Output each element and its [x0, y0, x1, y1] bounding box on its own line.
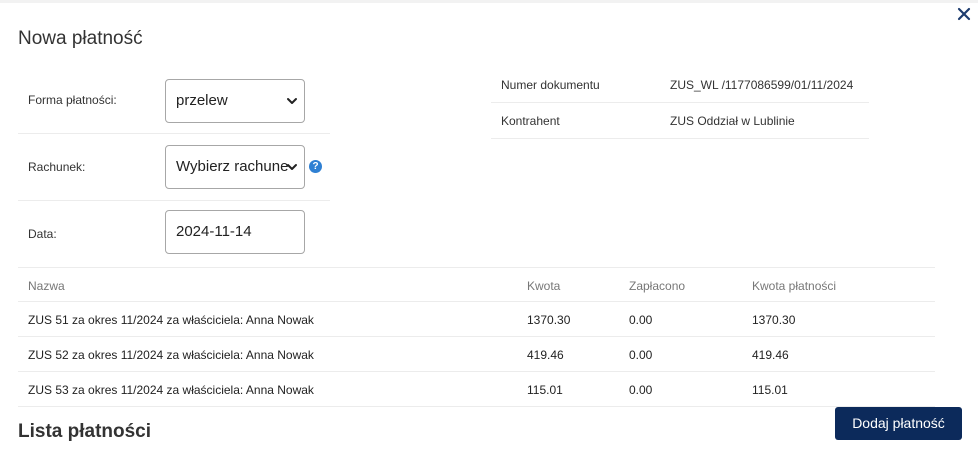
row-amount: 1370.30	[527, 313, 571, 327]
form-row-date: Data: 2024-11-14	[18, 200, 330, 267]
dialog-title: Nowa płatność	[18, 28, 143, 49]
column-header-name: Nazwa	[28, 279, 65, 293]
table-row: ZUS 52 za okres 11/2024 za właściciela: …	[18, 337, 935, 372]
payments-table: Nazwa Kwota Zapłacono Kwota płatności ZU…	[18, 267, 935, 407]
column-header-amount: Kwota	[527, 279, 561, 293]
info-row-document-number: Numer dokumentu ZUS_WL /1177086599/01/11…	[491, 67, 869, 103]
row-name: ZUS 53 za okres 11/2024 za właściciela: …	[28, 383, 314, 397]
row-amount: 419.46	[527, 348, 564, 362]
table-row: ZUS 53 za okres 11/2024 za właściciela: …	[18, 372, 935, 407]
account-label: Rachunek:	[28, 160, 86, 174]
document-number-value: ZUS_WL /1177086599/01/11/2024	[670, 78, 854, 92]
table-header: Nazwa Kwota Zapłacono Kwota płatności	[18, 267, 935, 302]
payment-method-value: przelew	[176, 92, 228, 109]
row-paid: 0.00	[629, 348, 653, 362]
payment-method-select[interactable]: przelew	[165, 79, 305, 123]
date-label: Data:	[28, 226, 57, 241]
info-row-contractor: Kontrahent ZUS Oddział w Lublinie	[491, 103, 869, 139]
contractor-value: ZUS Oddział w Lublinie	[670, 114, 795, 128]
row-name: ZUS 52 za okres 11/2024 za właściciela: …	[28, 348, 314, 362]
row-payment-amount: 419.46	[752, 348, 789, 362]
payment-method-label: Forma płatności:	[28, 93, 117, 107]
account-value: Wybierz rachunek	[176, 158, 288, 175]
row-name: ZUS 51 za okres 11/2024 za właściciela: …	[28, 313, 314, 327]
payments-list-title: Lista płatności	[18, 421, 152, 442]
chevron-down-icon	[287, 98, 297, 104]
chevron-down-icon	[287, 164, 297, 170]
column-header-paid: Zapłacono	[629, 279, 686, 293]
add-payment-button[interactable]: Dodaj płatność	[835, 407, 962, 440]
help-icon[interactable]: ?	[309, 160, 322, 173]
row-payment-amount: 1370.30	[752, 313, 796, 327]
row-paid: 0.00	[629, 383, 653, 397]
row-amount: 115.01	[527, 383, 563, 397]
date-input[interactable]: 2024-11-14	[165, 210, 305, 254]
form-row-account: Rachunek: Wybierz rachunek	[18, 134, 330, 201]
top-border	[0, 0, 978, 3]
table-row: ZUS 51 za okres 11/2024 za właściciela: …	[18, 302, 935, 337]
contractor-label: Kontrahent	[501, 114, 560, 128]
date-value: 2024-11-14	[176, 223, 252, 240]
row-payment-amount: 115.01	[752, 383, 788, 397]
close-icon[interactable]	[955, 5, 973, 23]
column-header-payment-amount: Kwota płatności	[752, 279, 837, 293]
row-paid: 0.00	[629, 313, 653, 327]
account-select[interactable]: Wybierz rachunek	[165, 145, 305, 189]
form-row-payment-method: Forma płatności: przelew	[18, 67, 330, 134]
document-number-label: Numer dokumentu	[501, 78, 600, 92]
